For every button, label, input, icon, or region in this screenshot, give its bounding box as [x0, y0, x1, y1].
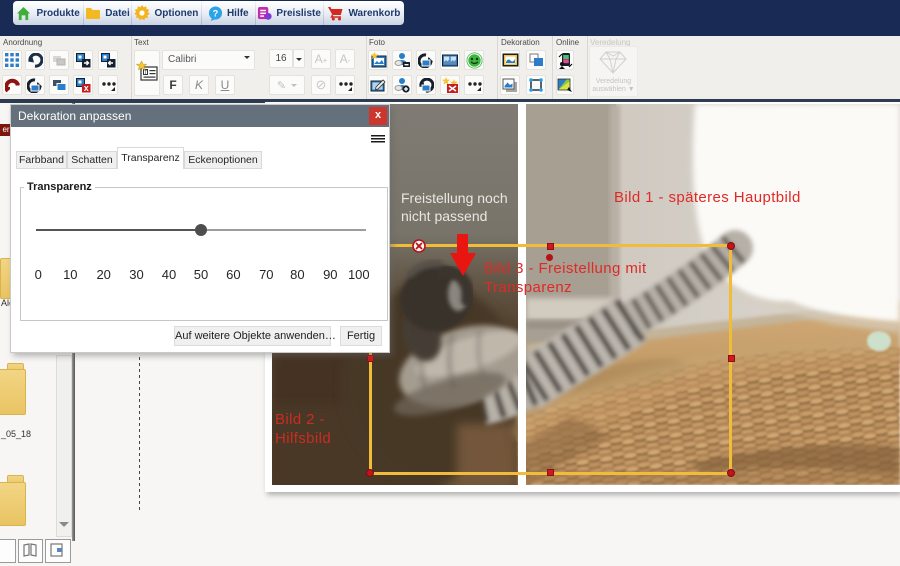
svg-text:x: x	[83, 83, 88, 93]
svg-text:T: T	[144, 70, 147, 76]
svg-text:?: ?	[213, 8, 219, 18]
